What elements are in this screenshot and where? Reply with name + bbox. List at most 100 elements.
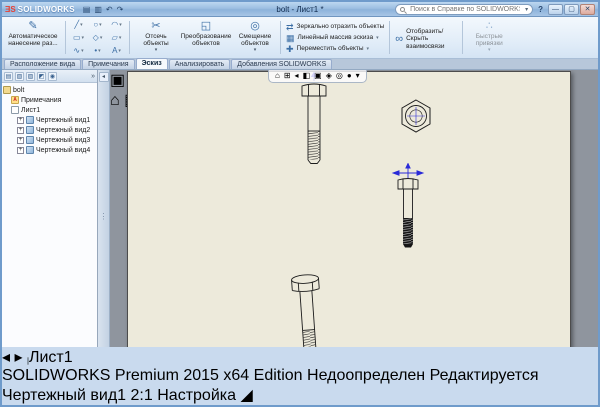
tab-evaluate[interactable]: Анализировать <box>169 59 231 69</box>
convert-entities-label: Преобразование объектов <box>181 33 232 47</box>
line-tool-button[interactable]: ╱▾ <box>69 18 88 31</box>
chevron-down-icon[interactable]: ▾ <box>367 46 370 52</box>
auto-dimension-button[interactable]: ✎ Автоматическое нанесение раз... <box>4 18 62 57</box>
trim-entities-button[interactable]: ✂ Отсечь объекты ▾ <box>133 18 179 57</box>
drawing-view2-hex-top[interactable] <box>399 99 433 138</box>
chevron-down-icon[interactable]: ▾ <box>118 48 121 54</box>
linear-pattern-icon: ▦ <box>286 33 295 43</box>
zoom-fit-icon[interactable]: ⌂ <box>275 71 280 81</box>
display-style-icon[interactable]: ◈ <box>326 71 332 81</box>
drawing-sheet[interactable] <box>127 71 571 347</box>
move-entities-button[interactable]: ✚ Переместить объекты ▾ <box>284 44 386 54</box>
tab-sketch[interactable]: Эскиз <box>136 58 168 69</box>
panel-splitter[interactable]: ◂ ⋮ <box>98 70 110 347</box>
restore-document-icon[interactable]: ▣ <box>110 72 125 89</box>
slot-tool-button[interactable]: ▱▾ <box>107 31 126 44</box>
linear-pattern-button[interactable]: ▦ Линейный массив эскиза ▾ <box>284 33 386 43</box>
main-area: ▤ ▧ ▨ ◩ ◉ » bolt A Примечания Лист1 <box>2 70 598 347</box>
next-sheet-icon[interactable]: ▸ <box>14 349 22 366</box>
tree-item-drawing-view2[interactable]: + Чертежный вид2 <box>3 125 96 135</box>
new-document-icon[interactable]: ▤ <box>83 5 91 14</box>
help-search-box[interactable]: ▾ <box>395 4 533 15</box>
resources-icon[interactable]: ⌂ <box>110 92 120 109</box>
auto-dimension-label: Автоматическое нанесение раз... <box>6 33 60 47</box>
chevron-down-icon[interactable]: ▾ <box>82 35 85 41</box>
chevron-down-icon[interactable]: ▾ <box>119 22 122 28</box>
splitter-handle-icon[interactable]: ⋮ <box>100 212 108 221</box>
tab-solidworks-addins[interactable]: Добавления SOLIDWORKS <box>231 59 332 69</box>
display-relations-button[interactable]: ∞ Отобразить/Скрыть взаимосвязи <box>393 18 459 57</box>
chevron-down-icon[interactable]: ▾ <box>98 48 101 54</box>
expand-icon[interactable]: + <box>17 137 24 144</box>
offset-entities-button[interactable]: ◎ Смещение объектов ▾ <box>233 18 277 57</box>
open-document-icon[interactable]: ▥ <box>94 5 102 14</box>
tab-view-layout[interactable]: Расположение вида <box>4 59 81 69</box>
feature-manager-tab-strip: ▤ ▧ ▨ ◩ ◉ » <box>2 70 97 83</box>
expand-icon[interactable]: + <box>17 127 24 134</box>
collapse-panel-icon[interactable]: ◂ <box>99 72 109 82</box>
configuration-manager-icon[interactable]: ▨ <box>26 72 35 81</box>
chevron-down-icon[interactable]: ▾ <box>155 48 158 54</box>
quick-snaps-button[interactable]: ∴ Быстрые привязки ▾ <box>466 18 512 57</box>
tree-item-annotations[interactable]: A Примечания <box>3 95 96 105</box>
chevron-down-icon[interactable]: ▾ <box>376 35 379 41</box>
tree-item-drawing-view3[interactable]: + Чертежный вид3 <box>3 135 96 145</box>
spline-tool-button[interactable]: ∿▾ <box>69 44 88 57</box>
chevron-down-icon[interactable]: ▾ <box>119 35 122 41</box>
auto-dimension-icon: ✎ <box>28 20 37 32</box>
tree-item-sheet1[interactable]: Лист1 <box>3 105 96 115</box>
graphics-area[interactable]: ⌂ ⊞ ◂ ◧ ▣ ◈ ◎ ● ▾ ▣ ✕ ⌂ ▤ ◫ ▦ ● <box>110 70 598 347</box>
redo-icon[interactable]: ↷ <box>117 5 124 14</box>
resize-grip-icon[interactable]: ◢ <box>240 387 252 404</box>
scene-caret-icon[interactable]: ▾ <box>356 71 360 81</box>
tree-item-drawing-view1[interactable]: + Чертежный вид1 <box>3 115 96 125</box>
feature-manager-icon[interactable]: ▤ <box>4 72 13 81</box>
chevron-down-icon[interactable]: ▾ <box>80 22 83 28</box>
chevron-down-icon[interactable]: ▾ <box>254 48 257 54</box>
tree-item-label: Чертежный вид1 <box>36 117 90 124</box>
text-tool-button[interactable]: A▾ <box>107 44 126 57</box>
sheet-tab-sheet1[interactable]: Лист1 <box>27 349 73 366</box>
dimxpert-manager-icon[interactable]: ◩ <box>37 72 46 81</box>
tab-annotation[interactable]: Примечания <box>82 59 134 69</box>
convert-entities-button[interactable]: ◱ Преобразование объектов <box>179 18 233 57</box>
tree-item-label: Примечания <box>21 97 61 104</box>
view-orientation-icon[interactable]: ▣ <box>314 71 322 81</box>
drawing-view1-bolt[interactable] <box>294 72 334 171</box>
section-view-icon[interactable]: ◧ <box>303 71 311 81</box>
mirror-entities-button[interactable]: ⇄ Зеркально отразить объекты <box>284 22 386 32</box>
undo-icon[interactable]: ↶ <box>106 5 113 14</box>
close-button[interactable]: ✕ <box>580 4 595 15</box>
property-manager-icon[interactable]: ▧ <box>15 72 24 81</box>
rectangle-tool-button[interactable]: ▭▾ <box>69 31 88 44</box>
minimize-button[interactable]: — <box>548 4 563 15</box>
display-manager-icon[interactable]: ◉ <box>48 72 57 81</box>
expand-icon[interactable]: + <box>17 147 24 154</box>
panel-overflow-button[interactable]: » <box>91 73 95 80</box>
search-caret-icon[interactable]: ▾ <box>525 6 528 13</box>
zoom-area-icon[interactable]: ⊞ <box>284 71 291 81</box>
edit-appearance-icon[interactable]: ● <box>347 71 352 81</box>
drawing-view3-bolt[interactable] <box>391 163 425 256</box>
hide-show-icon[interactable]: ◎ <box>336 71 343 81</box>
drawing-view4-bolt[interactable] <box>281 267 334 347</box>
polygon-tool-button[interactable]: ◇▾ <box>88 31 107 44</box>
help-button[interactable]: ? <box>536 5 545 14</box>
expand-icon[interactable]: + <box>17 117 24 124</box>
point-tool-button[interactable]: •▾ <box>88 44 107 57</box>
circle-tool-button[interactable]: ○▾ <box>88 18 107 31</box>
mirror-entities-label: Зеркально отразить объекты <box>297 23 385 30</box>
chevron-down-icon[interactable]: ▾ <box>100 35 103 41</box>
solidworks-logo-mark-icon: ƎS <box>5 5 16 14</box>
tree-item-drawing-view4[interactable]: + Чертежный вид4 <box>3 145 96 155</box>
tree-item-bolt[interactable]: bolt <box>3 85 96 95</box>
search-input[interactable] <box>408 5 522 14</box>
text-tool-icon: A <box>112 46 117 56</box>
chevron-down-icon[interactable]: ▾ <box>99 22 102 28</box>
arc-tool-button[interactable]: ◠▾ <box>107 18 126 31</box>
maximize-button[interactable]: ▢ <box>564 4 579 15</box>
previous-view-icon[interactable]: ◂ <box>295 71 299 81</box>
previous-sheet-icon[interactable]: ◂ <box>2 349 10 366</box>
customize-button[interactable]: Настройка <box>157 387 236 404</box>
chevron-down-icon[interactable]: ▾ <box>81 48 84 54</box>
